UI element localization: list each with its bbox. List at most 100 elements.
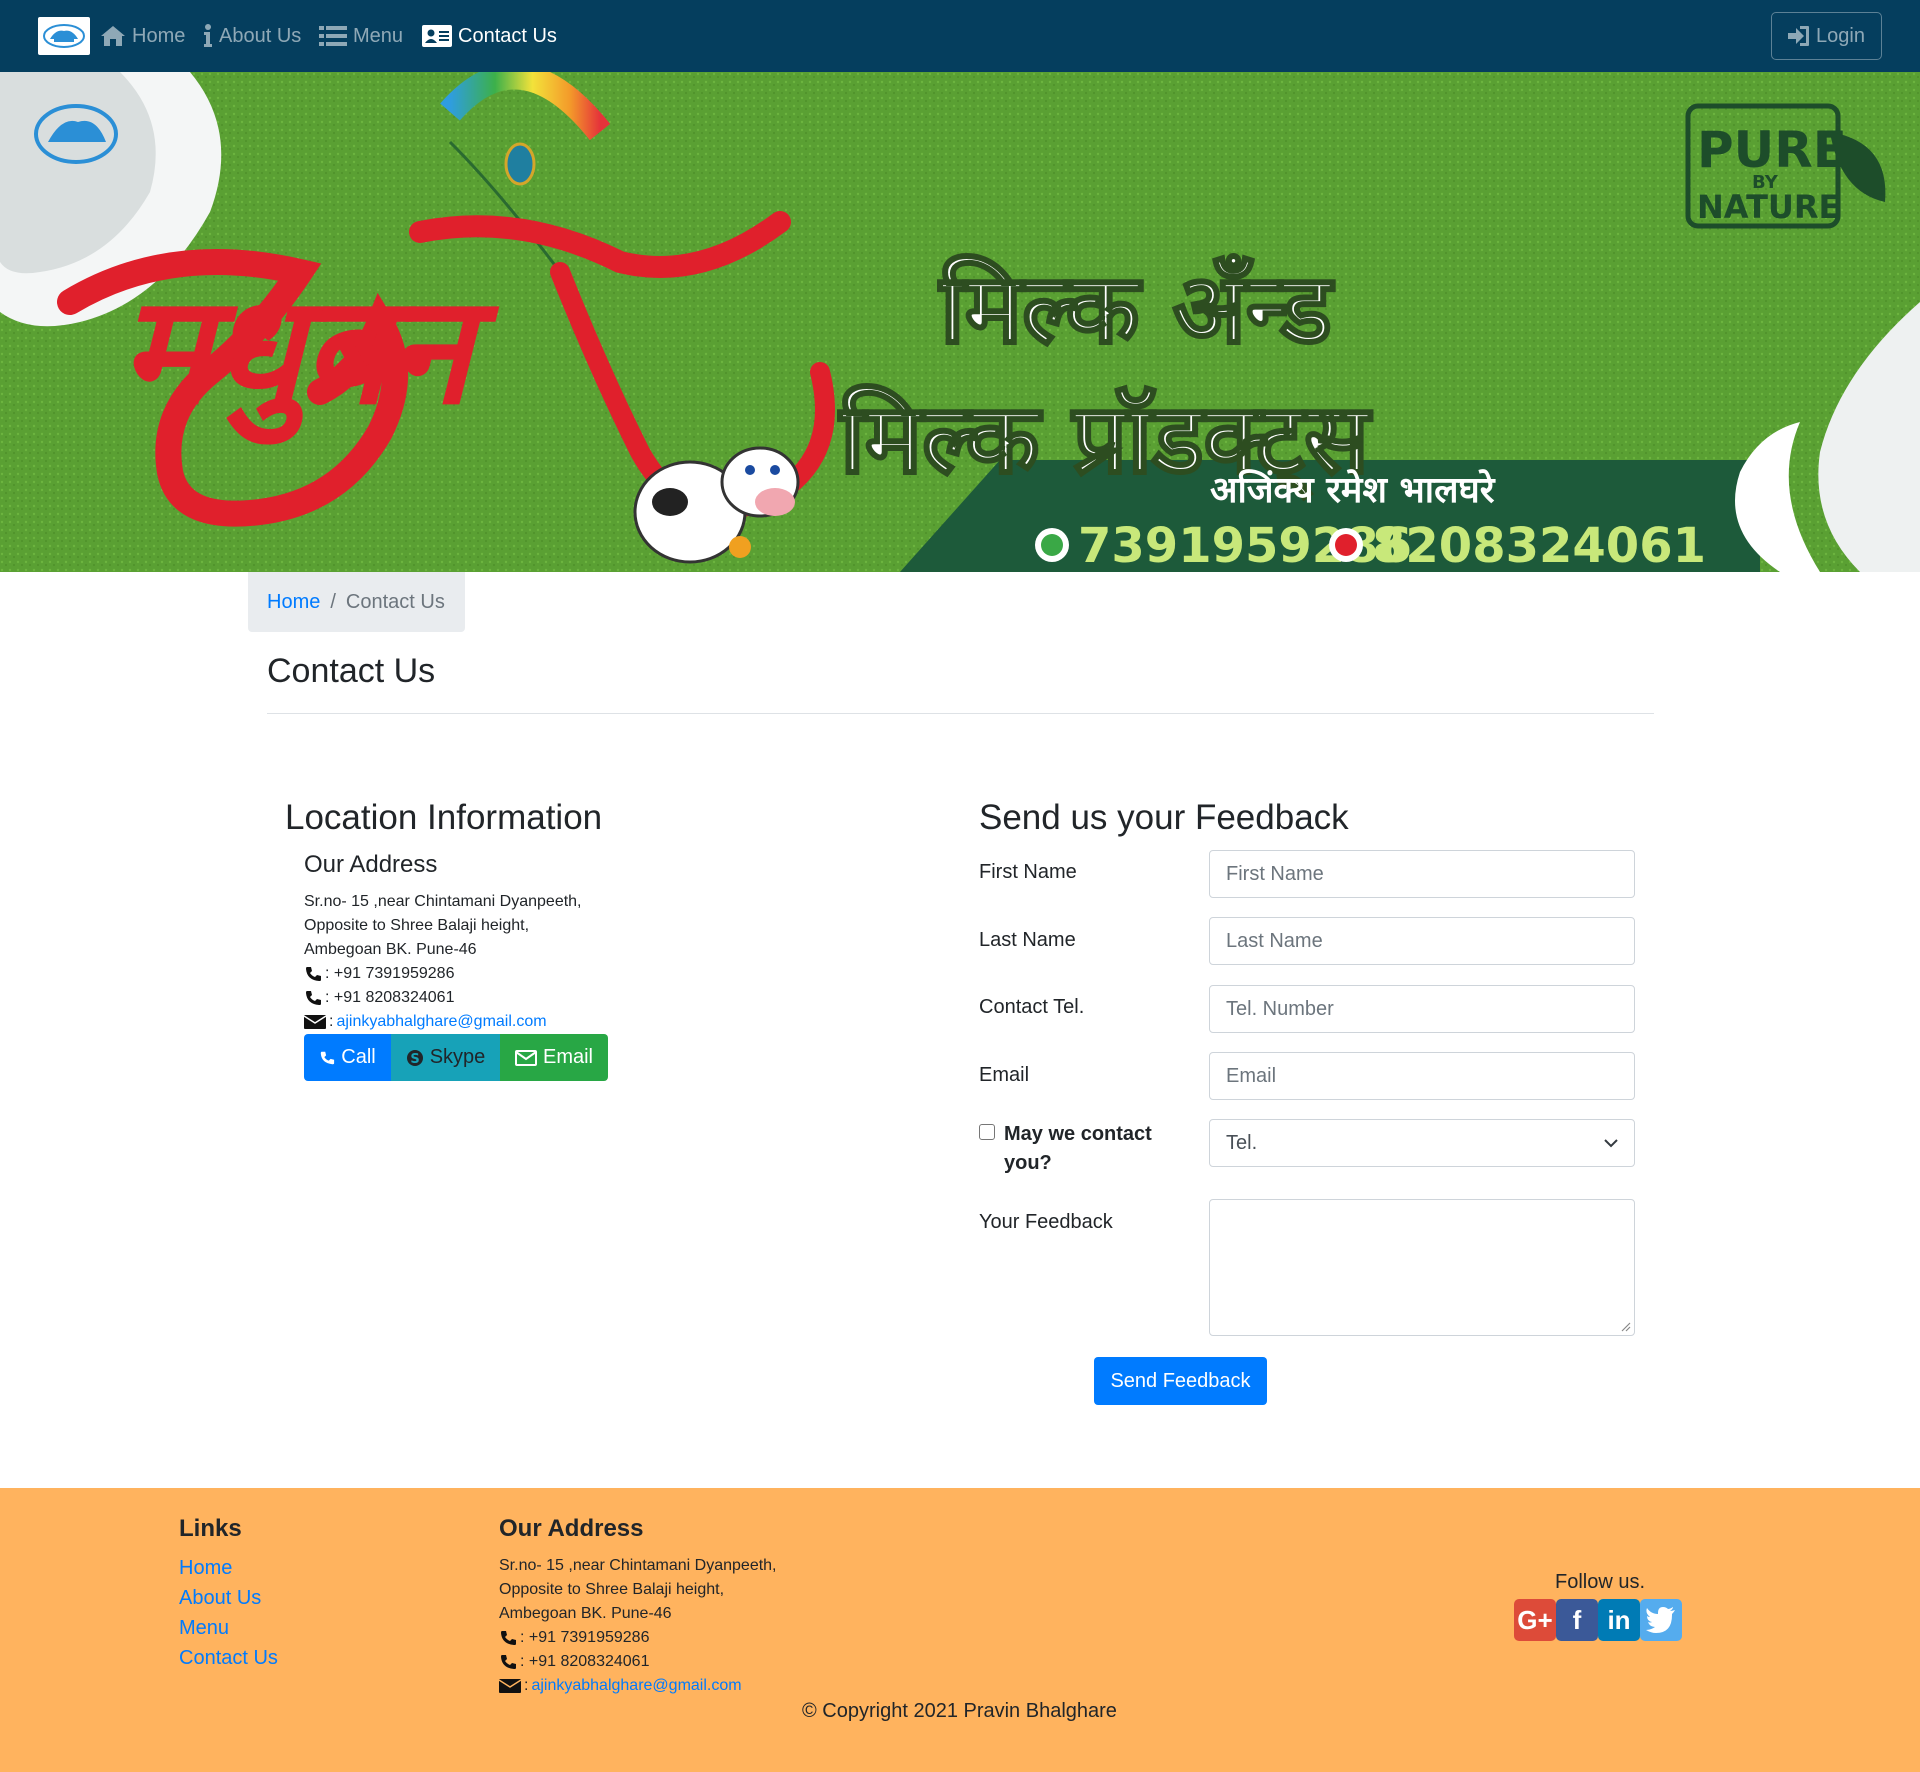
footer-link-home[interactable]: Home <box>179 1553 278 1583</box>
first-name-label: First Name <box>979 861 1077 883</box>
location-subheading: Our Address <box>304 851 438 878</box>
list-icon <box>319 26 347 46</box>
login-button[interactable]: Login <box>1771 12 1882 60</box>
last-name-input[interactable] <box>1209 917 1635 965</box>
footer-link-menu[interactable]: Menu <box>179 1613 278 1643</box>
nav-contact[interactable]: Contact Us <box>422 22 557 50</box>
footer-address: Sr.no- 15 ,near Chintamani Dyanpeeth, Op… <box>499 1554 777 1698</box>
resize-grip-icon[interactable] <box>1619 1320 1631 1332</box>
address-email-prefix: : <box>329 1013 334 1030</box>
address-line-3: Ambegoan BK. Pune-46 <box>304 941 477 958</box>
skype-label: Skype <box>429 1046 486 1068</box>
email-label: Email <box>542 1046 593 1068</box>
address-phone-1-text: : +91 7391959286 <box>325 965 455 982</box>
envelope-icon <box>514 1049 537 1066</box>
footer-phone-1: : +91 7391959286 <box>499 1626 777 1650</box>
phone-icon <box>306 967 321 981</box>
nav-home-label: Home <box>132 25 186 47</box>
call-button[interactable]: Call <box>304 1034 391 1081</box>
footer-phone-2: : +91 8208324061 <box>499 1650 777 1674</box>
copyright: © Copyright 2021 Pravin Bhalghare <box>802 1700 1117 1722</box>
follow-us-label: Follow us. <box>1555 1571 1646 1593</box>
footer-address-line-3: Ambegoan BK. Pune-46 <box>499 1605 672 1622</box>
address-line-1: Sr.no- 15 ,near Chintamani Dyanpeeth, <box>304 893 582 910</box>
navbar: Home About Us Menu Contact Us Login <box>0 0 1920 72</box>
nav-home[interactable]: Home <box>100 22 185 50</box>
nav-menu[interactable]: Menu <box>319 22 403 50</box>
breadcrumb-separator: / <box>330 590 336 613</box>
address-email-link[interactable]: ajinkyabhalghare@gmail.com <box>336 1010 546 1034</box>
address-card-icon <box>422 25 452 47</box>
email-input[interactable] <box>1209 1052 1635 1100</box>
login-label: Login <box>1816 24 1865 47</box>
send-feedback-button[interactable]: Send Feedback <box>1094 1357 1267 1405</box>
footer-link-contact[interactable]: Contact Us <box>179 1643 278 1673</box>
envelope-icon <box>304 1015 326 1029</box>
breadcrumb-home[interactable]: Home <box>267 591 320 614</box>
location-address: Sr.no- 15 ,near Chintamani Dyanpeeth, Op… <box>304 890 582 1034</box>
address-phone-2-text: : +91 8208324061 <box>325 989 455 1006</box>
breadcrumb-current: Contact Us <box>345 590 445 613</box>
footer-address-line-2: Opposite to Shree Balaji height, <box>499 1581 725 1598</box>
svg-text:S: S <box>410 1052 419 1067</box>
location-heading: Location Information <box>285 798 603 837</box>
skype-icon: S <box>406 1049 423 1067</box>
contact-checkbox-label: May we contact you? <box>1004 1123 1152 1174</box>
footer-email-prefix: : <box>524 1677 529 1694</box>
feedback-text-label: Your Feedback <box>979 1211 1113 1233</box>
email-field-label: Email <box>979 1064 1030 1086</box>
banner-phone-2: 8208324061 <box>1372 518 1706 572</box>
brand-script-text: मधुबन <box>120 262 500 445</box>
contact-button-group: Call S Skype Email <box>304 1034 608 1081</box>
twitter-icon[interactable] <box>1640 1599 1682 1641</box>
brand-logo[interactable] <box>38 17 90 55</box>
footer-address-heading: Our Address <box>499 1515 644 1542</box>
nav-menu-label: Menu <box>353 25 404 47</box>
address-phone-2: : +91 8208324061 <box>304 986 582 1010</box>
nav-contact-label: Contact Us <box>458 25 557 47</box>
badge-pure: PURE <box>1697 121 1847 179</box>
facebook-icon[interactable]: f <box>1556 1599 1598 1641</box>
info-icon <box>204 24 212 47</box>
first-name-input[interactable] <box>1209 850 1635 898</box>
feedback-textarea[interactable] <box>1209 1199 1635 1336</box>
footer-phone-1-text: : +91 7391959286 <box>520 1629 650 1646</box>
call-label: Call <box>341 1046 376 1068</box>
breadcrumb: Home / Contact Us <box>248 572 465 632</box>
phone-icon <box>501 1655 516 1669</box>
linkedin-icon[interactable]: in <box>1598 1599 1640 1641</box>
hero-banner: मधुबन मिल्क अँन्ड मिल्क प्रॉडक्ट्स अजिंक… <box>0 72 1920 572</box>
twitter-bird-icon <box>1646 1607 1675 1633</box>
page-title: Contact Us <box>267 652 436 690</box>
chevron-down-icon <box>1604 1139 1618 1148</box>
cow-logo-icon <box>43 24 85 48</box>
banner-graphic: मधुबन मिल्क अँन्ड मिल्क प्रॉडक्ट्स अजिंक… <box>0 72 1920 572</box>
address-phone-1: : +91 7391959286 <box>304 962 582 986</box>
title-divider <box>267 713 1654 714</box>
tel-input[interactable] <box>1209 985 1635 1033</box>
nav-about-label: About Us <box>219 25 302 47</box>
footer-links-heading: Links <box>179 1515 242 1542</box>
footer-phone-2-text: : +91 8208324061 <box>520 1653 650 1670</box>
footer-link-about[interactable]: About Us <box>179 1583 278 1613</box>
phone-icon <box>321 1051 335 1064</box>
footer-links: Home About Us Menu Contact Us <box>179 1553 278 1673</box>
address-email: : ajinkyabhalghare@gmail.com <box>304 1010 582 1034</box>
phone-icon <box>501 1631 516 1645</box>
google-plus-icon[interactable]: G+ <box>1514 1599 1556 1641</box>
address-line-2: Opposite to Shree Balaji height, <box>304 917 530 934</box>
feedback-heading: Send us your Feedback <box>979 798 1349 837</box>
nav-about[interactable]: About Us <box>203 22 301 50</box>
skype-button[interactable]: S Skype <box>391 1034 500 1081</box>
banner-owner: अजिंक्य रमेश भालघरे <box>1210 469 1496 511</box>
footer-email-link[interactable]: ajinkyabhalghare@gmail.com <box>531 1674 741 1698</box>
contact-method-value: Tel. <box>1226 1131 1258 1154</box>
phone-icon <box>306 991 321 1005</box>
tel-label: Contact Tel. <box>979 996 1085 1018</box>
sign-in-icon <box>1788 26 1810 46</box>
email-button[interactable]: Email <box>500 1034 608 1081</box>
contact-checkbox[interactable] <box>979 1124 995 1140</box>
footer-address-line-1: Sr.no- 15 ,near Chintamani Dyanpeeth, <box>499 1557 777 1574</box>
footer-email: : ajinkyabhalghare@gmail.com <box>499 1674 777 1698</box>
contact-method-select[interactable]: Tel. <box>1209 1119 1635 1167</box>
